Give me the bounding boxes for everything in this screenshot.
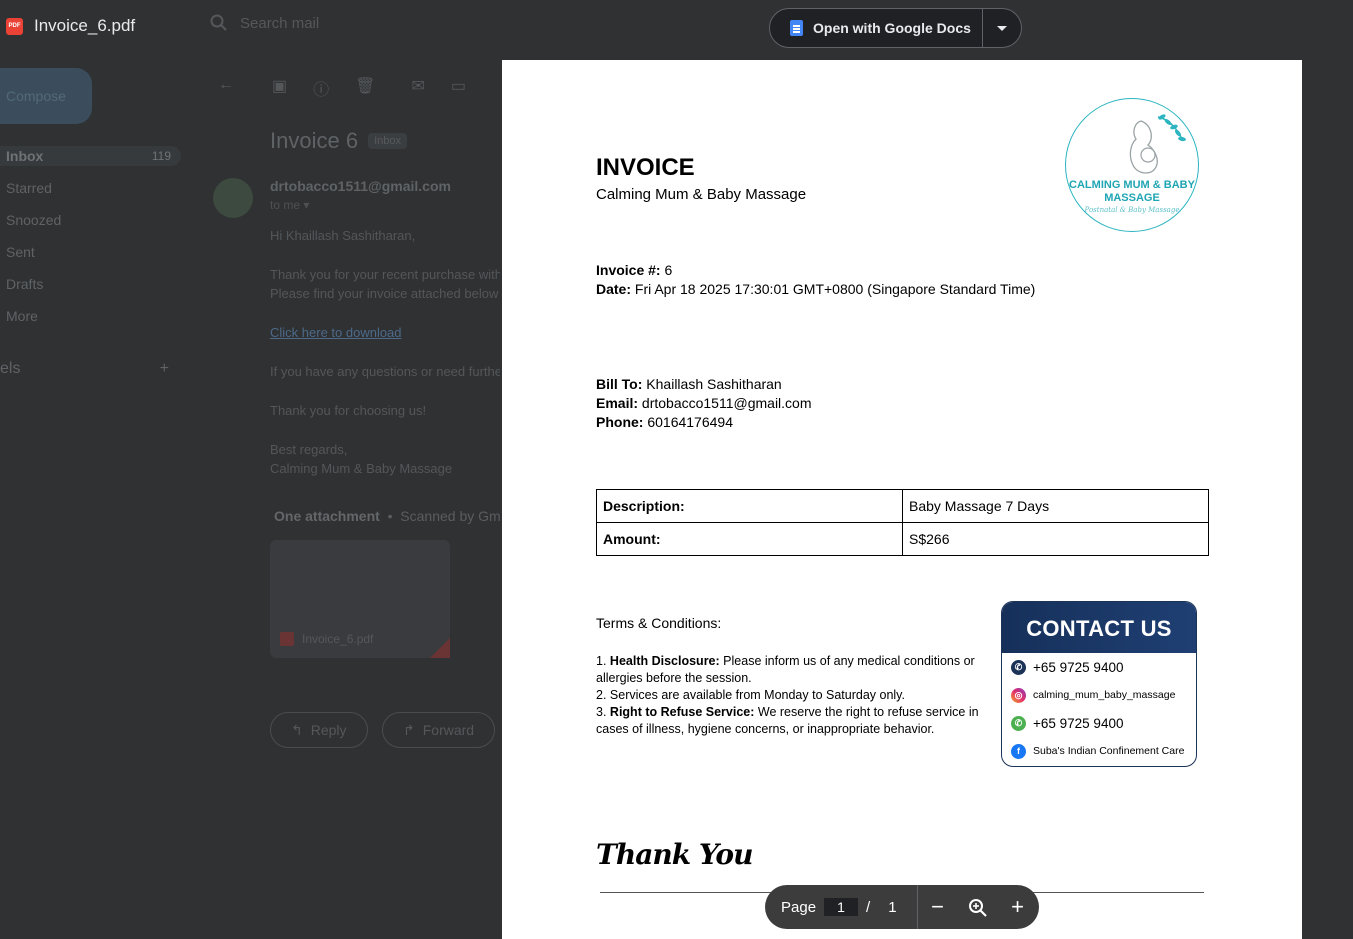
zoom-fit-button[interactable]	[958, 894, 998, 920]
nav-item-starred: Starred	[6, 180, 52, 196]
email-row: Email: drtobacco1511@gmail.com	[596, 395, 812, 411]
move-to-icon: ▭	[450, 78, 466, 95]
mother-baby-logo-icon	[1129, 114, 1186, 174]
terms-heading: Terms & Conditions:	[596, 615, 722, 631]
mail-toolbar: ← ▣ ⓘ 🗑 ✉ ▭	[218, 76, 466, 100]
compose-button: Compose	[0, 68, 92, 124]
phone-icon: ✆	[1011, 659, 1026, 675]
mail-subject: Invoice 6 Inbox	[270, 128, 407, 154]
zoom-in-button[interactable]: +	[998, 894, 1038, 920]
minus-icon: −	[931, 894, 944, 919]
report-spam-icon: ⓘ	[313, 82, 330, 99]
pdf-icon	[280, 632, 294, 646]
forward-icon: ↱	[403, 721, 415, 738]
contact-phone-row: ✆ +65 9725 9400	[1002, 653, 1196, 681]
page-number-input[interactable]: 1	[824, 898, 859, 916]
nav-item-inbox: Inbox 119	[0, 146, 181, 166]
open-with-label: Open with Google Docs	[813, 20, 971, 36]
logo-tagline: Postnatal & Baby Massage	[1084, 206, 1180, 214]
gmail-nav: Inbox 119 Starred Snoozed Sent Drafts Mor…	[0, 146, 181, 338]
terms-list: 1. Health Disclosure: Please inform us o…	[596, 653, 988, 738]
phone-row: Phone: 60164176494	[596, 414, 733, 430]
zoom-icon	[968, 899, 987, 917]
zoom-out-button[interactable]: −	[918, 894, 958, 920]
page-controls: Page 1 / 1 − +	[765, 885, 1039, 929]
page-label: Page	[781, 898, 817, 916]
contact-heading: CONTACT US	[1002, 602, 1196, 653]
instagram-icon: ◎	[1011, 687, 1026, 703]
file-name: Invoice_6.pdf	[34, 16, 136, 35]
inbox-tag: Inbox	[368, 133, 407, 149]
nav-item-sent: Sent	[6, 244, 35, 260]
google-docs-icon	[790, 20, 803, 36]
thank-you-text: Thank You	[596, 838, 753, 871]
search-bar: Search mail	[210, 14, 319, 32]
plus-icon: +	[1011, 894, 1024, 919]
invoice-meta: Invoice #: 6 Date: Fri Apr 18 2025 17:30…	[596, 261, 1035, 299]
terms-item: 2. Services are available from Monday to…	[596, 688, 905, 702]
chevron-down-icon	[997, 25, 1007, 31]
attachment-thumbnail: Invoice_6.pdf	[270, 540, 450, 658]
search-placeholder: Search mail	[240, 14, 320, 32]
reply-button: ↰ Reply	[270, 712, 368, 748]
contact-whatsapp-row: ✆ +65 9725 9400	[1002, 709, 1196, 737]
invoice-date-row: Date: Fri Apr 18 2025 17:30:01 GMT+0800 …	[596, 281, 1036, 297]
description-value: Baby Massage 7 Days	[902, 489, 1209, 523]
logo-text: CALMING MUM & BABY MASSAGE	[1069, 179, 1195, 204]
terms-item: 1. Health Disclosure: Please inform us o…	[596, 654, 975, 685]
bill-to-block: Bill To: Khaillash Sashitharan Email: dr…	[596, 375, 812, 432]
download-link: Click here to download	[270, 325, 402, 340]
nav-item-snoozed: Snoozed	[6, 212, 62, 228]
delete-icon: 🗑	[355, 78, 376, 95]
open-with-google-docs-button[interactable]: Open with Google Docs	[770, 9, 983, 47]
avatar	[213, 178, 253, 218]
page-total: 1	[888, 898, 897, 916]
invoice-title: INVOICE	[596, 154, 695, 181]
mark-unread-icon: ✉	[411, 78, 425, 95]
invoice-number-row: Invoice #: 6	[596, 262, 673, 278]
nav-item-more: More	[6, 308, 38, 324]
whatsapp-icon: ✆	[1011, 715, 1026, 731]
search-icon	[210, 14, 227, 31]
labels-heading: els +	[0, 360, 169, 377]
pdf-file-icon: PDF	[6, 17, 23, 35]
open-with-dropdown-button[interactable]	[983, 25, 1021, 31]
file-title: PDF Invoice_6.pdf	[6, 16, 135, 36]
business-logo: CALMING MUM & BABY MASSAGE Postnatal & B…	[1065, 98, 1199, 232]
bill-to-row: Bill To: Khaillash Sashitharan	[596, 376, 782, 392]
invoice-table: Description: Baby Massage 7 Days Amount:…	[596, 489, 1209, 556]
table-row: Amount: S$266	[596, 522, 1209, 556]
terms-item: 3. Right to Refuse Service: We reserve t…	[596, 705, 979, 736]
amount-label: Amount:	[596, 522, 903, 556]
add-label-icon: +	[159, 360, 169, 377]
description-label: Description:	[596, 489, 903, 523]
contact-instagram-row: ◎ calming_mum_baby_massage	[1002, 681, 1196, 709]
archive-icon: ▣	[272, 78, 288, 95]
compose-label: Compose	[6, 88, 66, 104]
recipient-label: to me ▾	[270, 198, 310, 212]
attachment-heading: One attachment • Scanned by Gm	[274, 508, 501, 524]
back-arrow-icon: ←	[218, 76, 234, 93]
table-row: Description: Baby Massage 7 Days	[596, 489, 1209, 523]
facebook-icon: f	[1011, 743, 1026, 759]
contact-facebook-row: f Suba's Indian Confinement Care	[1002, 737, 1196, 765]
amount-value: S$266	[902, 522, 1209, 556]
reply-icon: ↰	[291, 721, 303, 738]
nav-item-drafts: Drafts	[6, 276, 44, 292]
contact-card: CONTACT US ✆ +65 9725 9400 ◎ calming_mum…	[1001, 601, 1197, 767]
page-separator: /	[866, 898, 871, 916]
mail-body: Hi Khaillash Sashitharan, Thank you for …	[270, 228, 500, 476]
sender-address: drtobacco1511@gmail.com	[270, 178, 451, 194]
open-with-google-docs: Open with Google Docs	[769, 8, 1022, 48]
pdf-page: INVOICE Calming Mum & Baby Massage CALMI…	[502, 60, 1302, 939]
forward-button: ↱ Forward	[382, 712, 496, 748]
business-name: Calming Mum & Baby Massage	[596, 186, 807, 203]
